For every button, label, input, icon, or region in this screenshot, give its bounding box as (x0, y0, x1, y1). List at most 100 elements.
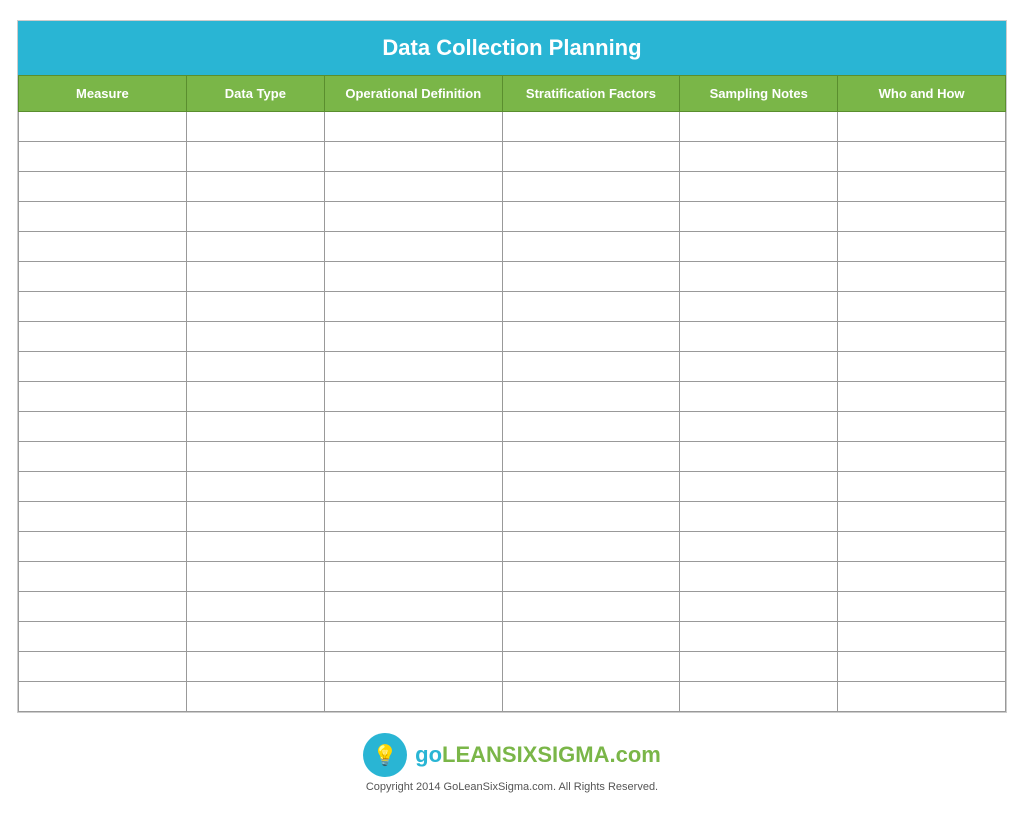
table-cell[interactable] (324, 562, 502, 592)
table-cell[interactable] (19, 562, 187, 592)
table-cell[interactable] (502, 442, 680, 472)
table-row[interactable] (19, 472, 1006, 502)
table-cell[interactable] (324, 112, 502, 142)
table-row[interactable] (19, 112, 1006, 142)
table-cell[interactable] (838, 382, 1006, 412)
table-cell[interactable] (19, 172, 187, 202)
table-cell[interactable] (19, 352, 187, 382)
table-cell[interactable] (19, 202, 187, 232)
table-cell[interactable] (324, 592, 502, 622)
table-cell[interactable] (680, 442, 838, 472)
table-cell[interactable] (186, 142, 324, 172)
table-cell[interactable] (838, 562, 1006, 592)
table-cell[interactable] (324, 532, 502, 562)
table-cell[interactable] (324, 382, 502, 412)
table-row[interactable] (19, 682, 1006, 712)
table-cell[interactable] (680, 412, 838, 442)
table-cell[interactable] (19, 652, 187, 682)
table-row[interactable] (19, 562, 1006, 592)
table-cell[interactable] (838, 262, 1006, 292)
table-cell[interactable] (19, 322, 187, 352)
table-row[interactable] (19, 382, 1006, 412)
table-cell[interactable] (324, 622, 502, 652)
table-cell[interactable] (502, 142, 680, 172)
table-row[interactable] (19, 262, 1006, 292)
table-cell[interactable] (186, 352, 324, 382)
table-row[interactable] (19, 442, 1006, 472)
table-row[interactable] (19, 292, 1006, 322)
table-cell[interactable] (680, 262, 838, 292)
table-cell[interactable] (186, 382, 324, 412)
table-cell[interactable] (19, 262, 187, 292)
table-row[interactable] (19, 592, 1006, 622)
table-cell[interactable] (502, 622, 680, 652)
table-cell[interactable] (680, 172, 838, 202)
table-cell[interactable] (680, 622, 838, 652)
table-cell[interactable] (186, 502, 324, 532)
table-cell[interactable] (19, 232, 187, 262)
table-cell[interactable] (324, 262, 502, 292)
table-cell[interactable] (502, 472, 680, 502)
table-cell[interactable] (324, 172, 502, 202)
table-cell[interactable] (186, 262, 324, 292)
table-cell[interactable] (680, 472, 838, 502)
table-cell[interactable] (838, 292, 1006, 322)
table-row[interactable] (19, 142, 1006, 172)
table-cell[interactable] (502, 382, 680, 412)
table-cell[interactable] (502, 532, 680, 562)
table-cell[interactable] (186, 322, 324, 352)
table-cell[interactable] (324, 202, 502, 232)
table-row[interactable] (19, 352, 1006, 382)
table-cell[interactable] (324, 442, 502, 472)
table-cell[interactable] (680, 232, 838, 262)
table-cell[interactable] (19, 442, 187, 472)
table-row[interactable] (19, 502, 1006, 532)
table-cell[interactable] (186, 682, 324, 712)
table-cell[interactable] (324, 412, 502, 442)
table-cell[interactable] (324, 352, 502, 382)
table-cell[interactable] (186, 532, 324, 562)
table-cell[interactable] (502, 352, 680, 382)
table-cell[interactable] (324, 232, 502, 262)
table-cell[interactable] (838, 232, 1006, 262)
table-cell[interactable] (502, 502, 680, 532)
table-row[interactable] (19, 652, 1006, 682)
table-cell[interactable] (186, 622, 324, 652)
table-cell[interactable] (502, 562, 680, 592)
table-cell[interactable] (186, 412, 324, 442)
table-cell[interactable] (502, 592, 680, 622)
table-cell[interactable] (186, 292, 324, 322)
table-cell[interactable] (838, 682, 1006, 712)
table-cell[interactable] (502, 682, 680, 712)
table-row[interactable] (19, 172, 1006, 202)
table-cell[interactable] (19, 472, 187, 502)
table-cell[interactable] (680, 322, 838, 352)
table-row[interactable] (19, 622, 1006, 652)
table-row[interactable] (19, 412, 1006, 442)
table-cell[interactable] (502, 232, 680, 262)
table-cell[interactable] (502, 202, 680, 232)
table-cell[interactable] (680, 142, 838, 172)
table-cell[interactable] (186, 112, 324, 142)
table-cell[interactable] (19, 592, 187, 622)
table-cell[interactable] (502, 292, 680, 322)
table-cell[interactable] (502, 652, 680, 682)
table-cell[interactable] (838, 502, 1006, 532)
table-cell[interactable] (680, 382, 838, 412)
table-cell[interactable] (680, 562, 838, 592)
table-cell[interactable] (19, 502, 187, 532)
table-cell[interactable] (19, 292, 187, 322)
table-cell[interactable] (502, 322, 680, 352)
table-cell[interactable] (19, 112, 187, 142)
table-cell[interactable] (502, 412, 680, 442)
table-cell[interactable] (186, 202, 324, 232)
table-cell[interactable] (838, 652, 1006, 682)
table-cell[interactable] (838, 472, 1006, 502)
table-cell[interactable] (838, 352, 1006, 382)
table-cell[interactable] (838, 412, 1006, 442)
table-cell[interactable] (324, 502, 502, 532)
table-cell[interactable] (19, 622, 187, 652)
table-cell[interactable] (186, 472, 324, 502)
table-cell[interactable] (838, 622, 1006, 652)
table-cell[interactable] (186, 232, 324, 262)
